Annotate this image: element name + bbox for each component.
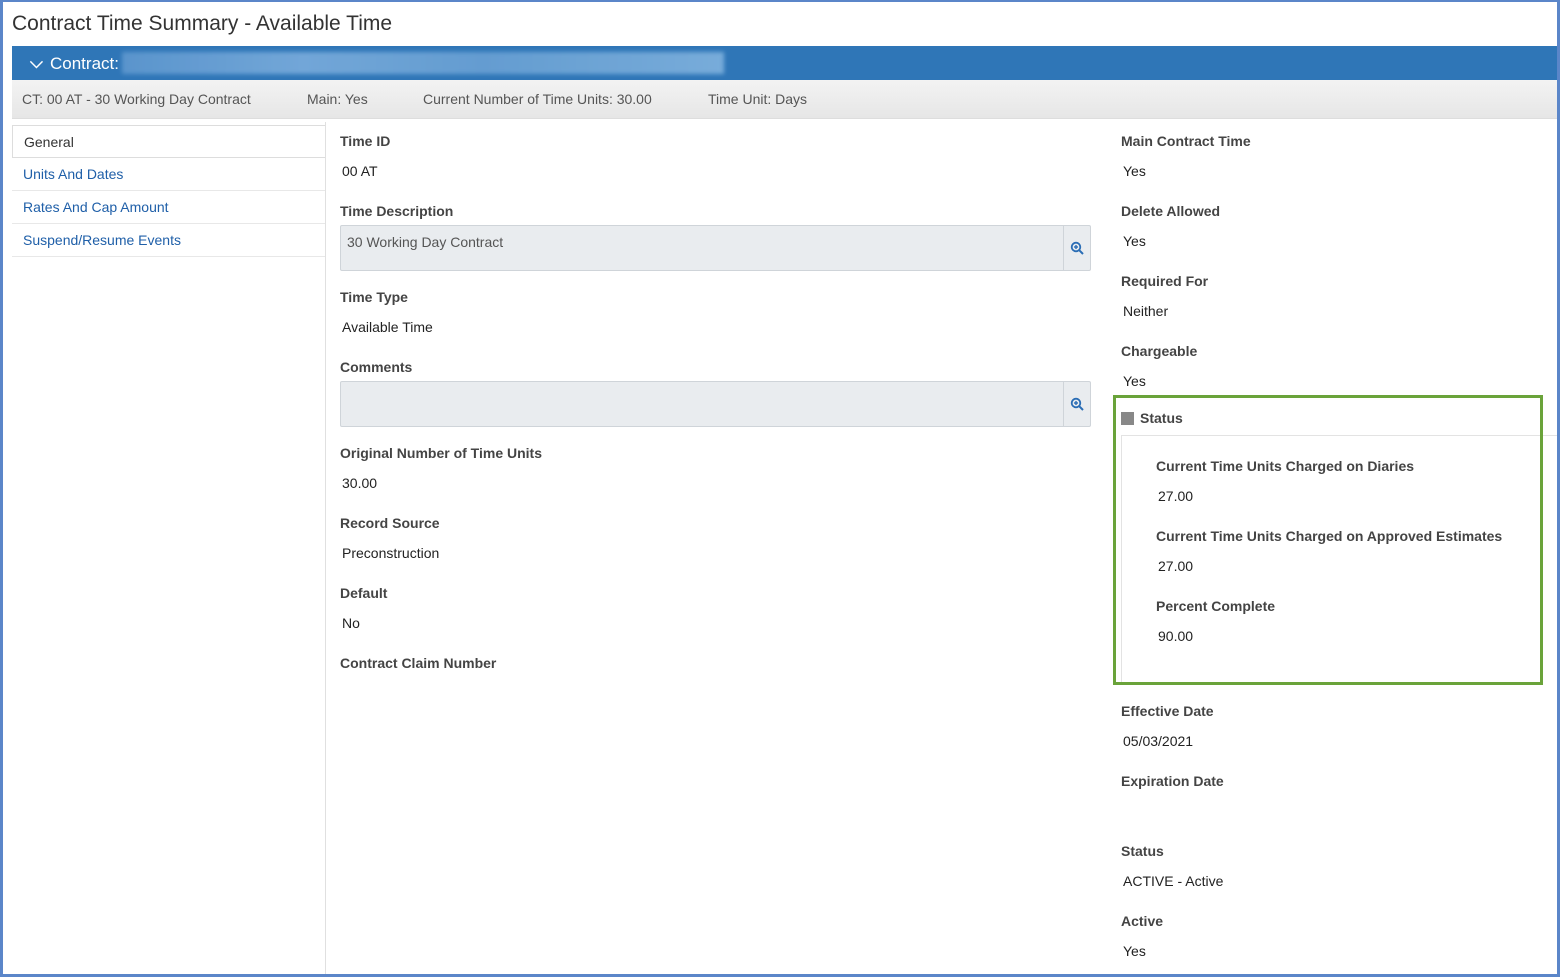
record-source-value: Preconstruction bbox=[342, 545, 440, 561]
time-id-value: 00 AT bbox=[342, 163, 378, 179]
chargeable-value: Yes bbox=[1123, 373, 1146, 389]
chevron-down-icon[interactable]: ⌵ bbox=[30, 53, 43, 73]
delete-allowed-value: Yes bbox=[1123, 233, 1146, 249]
status-label: Status bbox=[1121, 843, 1164, 859]
zoom-in-icon[interactable] bbox=[1063, 226, 1090, 270]
original-units-value: 30.00 bbox=[342, 475, 378, 491]
comments-label: Comments bbox=[340, 359, 413, 375]
redacted-contract-name bbox=[122, 52, 724, 74]
time-type-label: Time Type bbox=[340, 289, 408, 305]
time-description-value: 30 Working Day Contract bbox=[347, 234, 504, 250]
original-units-label: Original Number of Time Units bbox=[340, 445, 542, 461]
expiration-date-label: Expiration Date bbox=[1121, 773, 1224, 789]
default-value: No bbox=[342, 615, 360, 631]
contract-header-bar[interactable]: ⌵ Contract: bbox=[12, 46, 1557, 80]
status-value: ACTIVE - Active bbox=[1123, 873, 1224, 889]
effective-date-label: Effective Date bbox=[1121, 703, 1214, 719]
sidebar-item-general[interactable]: General bbox=[12, 125, 325, 158]
ct-info: CT: 00 AT - 30 Working Day Contract bbox=[22, 91, 251, 107]
current-units-info: Current Number of Time Units: 30.00 bbox=[423, 91, 652, 107]
time-description-field[interactable]: 30 Working Day Contract bbox=[340, 225, 1091, 271]
time-type-value: Available Time bbox=[342, 319, 433, 335]
active-value: Yes bbox=[1123, 943, 1146, 959]
chargeable-label: Chargeable bbox=[1121, 343, 1198, 359]
main-contract-time-label: Main Contract Time bbox=[1121, 133, 1251, 149]
time-description-label: Time Description bbox=[340, 203, 454, 219]
sidebar-nav: General Units And Dates Rates And Cap Am… bbox=[12, 122, 326, 974]
required-for-label: Required For bbox=[1121, 273, 1209, 289]
main-contract-time-value: Yes bbox=[1123, 163, 1146, 179]
time-id-label: Time ID bbox=[340, 133, 391, 149]
comments-field[interactable] bbox=[340, 381, 1091, 427]
contract-time-info-strip: CT: 00 AT - 30 Working Day Contract Main… bbox=[12, 80, 1557, 119]
sidebar-item-units-and-dates[interactable]: Units And Dates bbox=[12, 158, 325, 191]
required-for-value: Neither bbox=[1123, 303, 1169, 319]
sidebar-item-suspend-resume-events[interactable]: Suspend/Resume Events bbox=[12, 224, 325, 257]
main-info: Main: Yes bbox=[307, 91, 368, 107]
zoom-in-icon[interactable] bbox=[1063, 382, 1090, 426]
contract-label: Contract: bbox=[50, 54, 119, 73]
sidebar-item-rates-and-cap-amount[interactable]: Rates And Cap Amount bbox=[12, 191, 325, 224]
record-source-label: Record Source bbox=[340, 515, 440, 531]
delete-allowed-label: Delete Allowed bbox=[1121, 203, 1221, 219]
contract-claim-number-label: Contract Claim Number bbox=[340, 655, 497, 671]
default-label: Default bbox=[340, 585, 388, 601]
active-label: Active bbox=[1121, 913, 1164, 929]
effective-date-value: 05/03/2021 bbox=[1123, 733, 1194, 749]
page-title: Contract Time Summary - Available Time bbox=[12, 12, 393, 35]
highlight-box bbox=[1113, 395, 1543, 685]
time-unit-info: Time Unit: Days bbox=[708, 91, 808, 107]
